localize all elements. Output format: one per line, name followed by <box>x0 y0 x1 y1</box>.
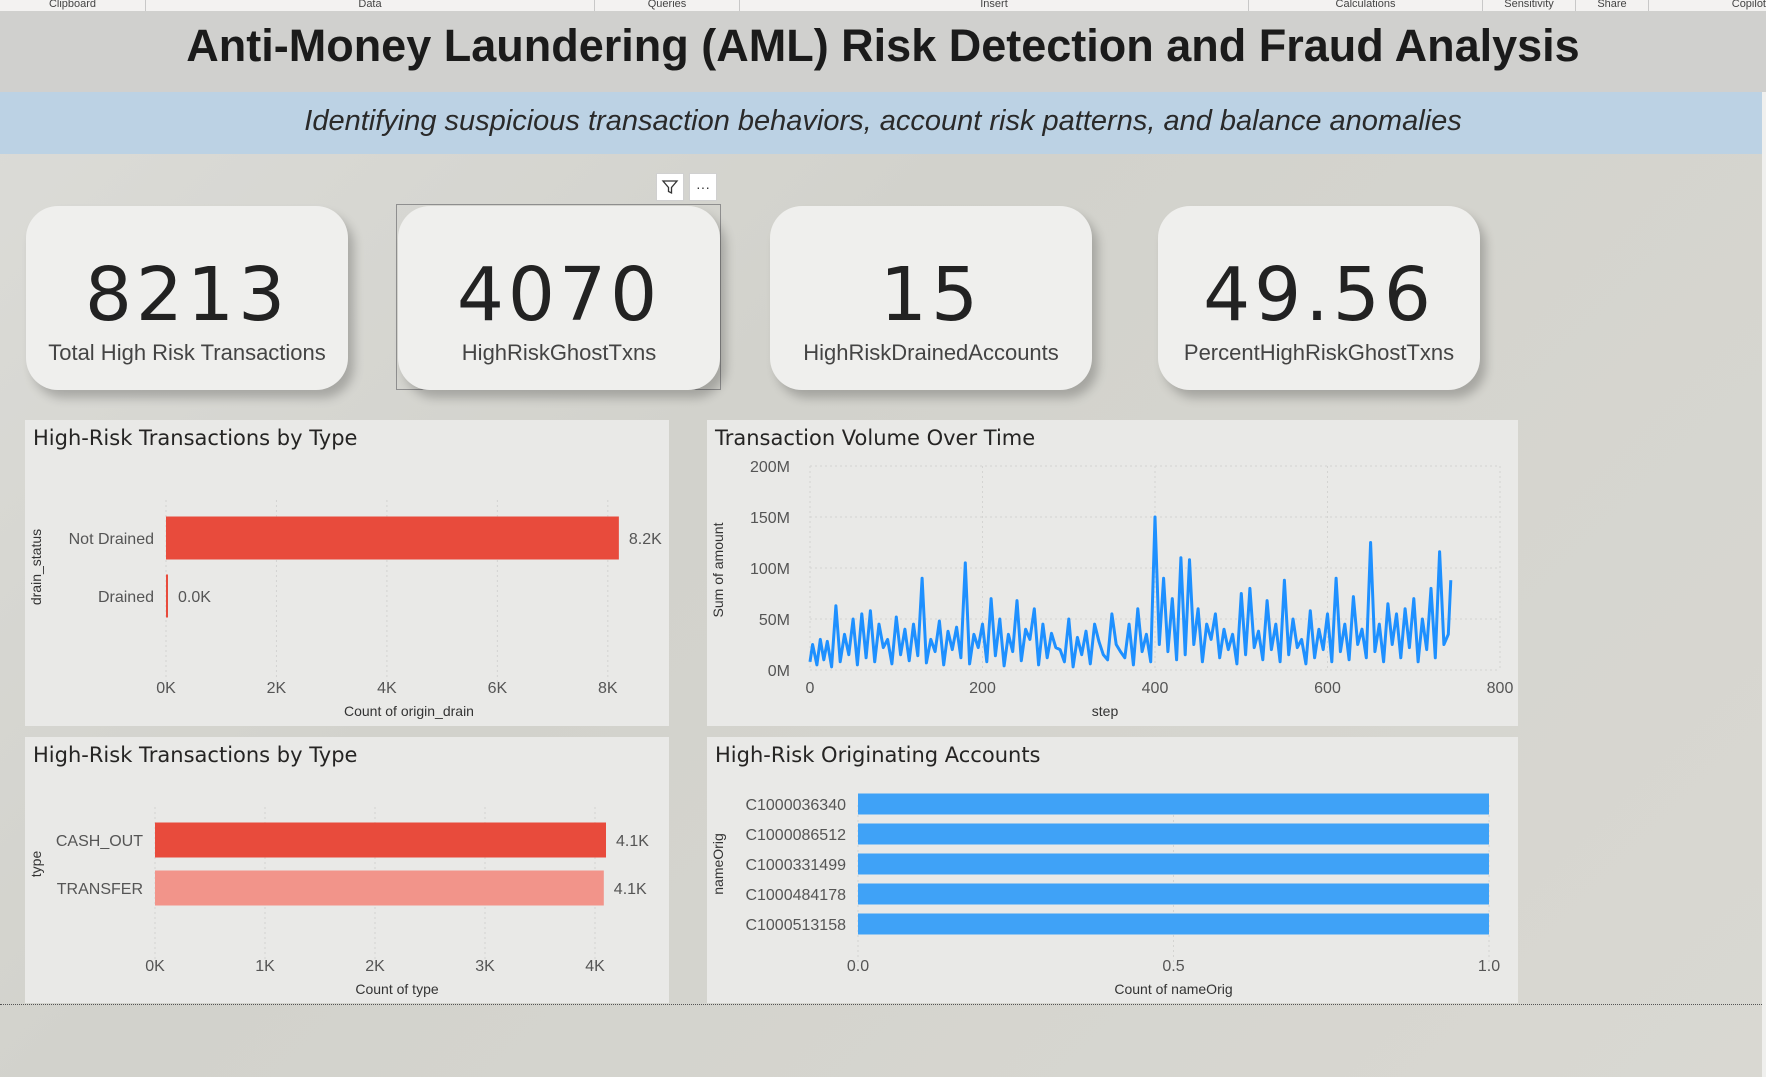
data-label: 8.2K <box>629 531 662 548</box>
kpi-card-ghost-txns[interactable]: 4070 HighRiskGhostTxns <box>398 206 720 390</box>
y-tick-label: 150M <box>750 510 790 527</box>
y-axis-title: nameOrig <box>710 833 726 894</box>
canvas-right-edge <box>1762 92 1766 1077</box>
x-axis-title: Count of nameOrig <box>1114 981 1232 997</box>
x-tick-label: 6K <box>488 680 508 697</box>
x-tick-label: 4K <box>585 958 605 975</box>
type-bar-chart: 0K 1K 2K 3K 4K CASH_OUT 4.1K TRANSFER 4.1K Count … <box>28 807 649 997</box>
ribbon-group-clipboard[interactable]: Clipboard <box>0 0 146 11</box>
chart-panel-type[interactable]: High-Risk Transactions by Type 0K 1K 2K 3K 4… <box>25 737 669 1003</box>
series-line <box>808 515 1453 669</box>
ribbon-group-insert[interactable]: Insert <box>740 0 1249 11</box>
category-label: C1000513158 <box>745 917 846 934</box>
y-axis-title: Sum of amount <box>710 522 726 617</box>
bar <box>155 870 604 906</box>
x-axis-title: Count of type <box>355 981 438 997</box>
category-label: TRANSFER <box>57 881 143 898</box>
y-tick-label: 50M <box>759 612 790 629</box>
drain-status-bar-chart: 0K 2K 4K 6K 8K Not Drained 8.2K Drained 0.0K Coun… <box>28 500 662 719</box>
x-axis-title: Count of origin_drain <box>344 703 474 719</box>
chart-panel-drain-status[interactable]: High-Risk Transactions by Type 0K 2K 4K 6K 8… <box>25 420 669 726</box>
x-tick-label: 2K <box>267 680 287 697</box>
bar <box>858 793 1489 815</box>
bar <box>166 574 168 618</box>
ribbon-group-calculations[interactable]: Calculations <box>1249 0 1483 11</box>
kpi-value: 4070 <box>456 252 662 338</box>
kpi-label: Total High Risk Transactions <box>48 340 326 365</box>
kpi-value: 8213 <box>84 252 290 338</box>
x-tick-label: 800 <box>1487 680 1514 697</box>
x-tick-label: 600 <box>1314 680 1341 697</box>
x-tick-label: 8K <box>598 680 618 697</box>
page-bottom-boundary <box>0 1004 1762 1005</box>
page-subtitle: Identifying suspicious transaction behav… <box>304 105 1462 137</box>
bar <box>166 516 619 560</box>
ribbon-group-data[interactable]: Data <box>146 0 595 11</box>
x-tick-label: 200 <box>969 680 996 697</box>
kpi-card-total-high-risk[interactable]: 8213 Total High Risk Transactions <box>26 206 348 390</box>
kpi-value: 15 <box>879 252 983 338</box>
bar <box>858 883 1489 905</box>
accounts-bar-chart: 0.0 0.5 1.0 C1000036340 C1000086512 C10003314… <box>710 793 1500 997</box>
ribbon-group-share[interactable]: Share <box>1576 0 1649 11</box>
kpi-label: HighRiskDrainedAccounts <box>803 340 1059 365</box>
x-tick-label: 1.0 <box>1478 958 1500 975</box>
x-tick-label: 2K <box>365 958 385 975</box>
bar <box>858 913 1489 935</box>
category-label: CASH_OUT <box>56 833 143 850</box>
volume-line-chart: 0M 50M 100M 150M 200M 0 200 400 600 800 step Sum of… <box>710 459 1514 719</box>
category-label: C1000331499 <box>745 857 846 874</box>
x-tick-label: 3K <box>475 958 495 975</box>
y-tick-label: 0M <box>768 663 790 680</box>
data-label: 0.0K <box>178 589 211 606</box>
category-label: Drained <box>98 589 154 606</box>
kpi-label: PercentHighRiskGhostTxns <box>1183 340 1455 365</box>
data-label: 4.1K <box>616 833 649 850</box>
x-tick-label: 0.5 <box>1162 958 1184 975</box>
bar <box>155 822 606 858</box>
data-label: 4.1K <box>614 881 647 898</box>
x-tick-label: 0K <box>145 958 165 975</box>
y-axis-title: type <box>28 851 44 878</box>
bar <box>858 823 1489 845</box>
y-tick-label: 200M <box>750 459 790 476</box>
ribbon-group-sensitivity[interactable]: Sensitivity <box>1483 0 1576 11</box>
filter-icon[interactable] <box>656 173 684 201</box>
x-axis-title: step <box>1092 703 1119 719</box>
x-tick-label: 1K <box>255 958 275 975</box>
category-label: C1000086512 <box>745 827 846 844</box>
x-tick-label: 4K <box>377 680 397 697</box>
ribbon-group-copilot[interactable]: Copilot <box>1649 0 1766 11</box>
ribbon-group-queries[interactable]: Queries <box>595 0 740 11</box>
kpi-value: 49.56 <box>1203 252 1435 338</box>
x-tick-label: 0.0 <box>847 958 869 975</box>
kpi-card-drained-accounts[interactable]: 15 HighRiskDrainedAccounts <box>770 206 1092 390</box>
y-tick-label: 100M <box>750 561 790 578</box>
page-title: Anti-Money Laundering (AML) Risk Detecti… <box>186 20 1580 71</box>
category-label: C1000036340 <box>745 797 846 814</box>
kpi-label: HighRiskGhostTxns <box>461 340 657 365</box>
category-label: C1000484178 <box>745 887 846 904</box>
chart-panel-volume[interactable]: Transaction Volume Over Time 0M 50M 100M 15… <box>707 420 1518 726</box>
x-tick-label: 0K <box>156 680 176 697</box>
y-axis-title: drain_status <box>28 529 44 605</box>
x-tick-label: 400 <box>1142 680 1169 697</box>
x-tick-label: 0 <box>806 680 815 697</box>
chart-panel-accounts[interactable]: High-Risk Originating Accounts 0.0 0.5 1.0… <box>707 737 1518 1003</box>
category-label: Not Drained <box>69 531 154 548</box>
more-options-icon[interactable]: ··· <box>689 173 717 201</box>
bar <box>858 853 1489 875</box>
kpi-card-percent-ghost[interactable]: 49.56 PercentHighRiskGhostTxns <box>1158 206 1480 390</box>
